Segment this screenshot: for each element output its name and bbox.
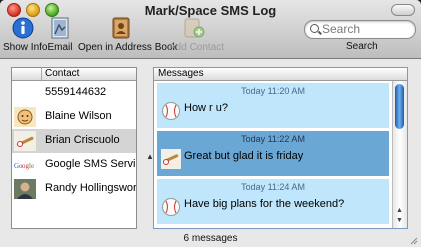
- address-book-label: Open in Address Book: [78, 42, 178, 53]
- svg-text:le: le: [29, 162, 34, 170]
- add-contact-label: Add Contact: [169, 42, 225, 53]
- message-bubble-selected[interactable]: Today 11:22 AM Great but glad it is frid…: [157, 131, 389, 176]
- message-text: Have big plans for the weekend?: [184, 198, 345, 210]
- contact-name: Google SMS Service: [45, 158, 137, 170]
- open-address-book-button[interactable]: Open in Address Book: [78, 17, 178, 55]
- contact-name: 5559144632: [45, 86, 107, 98]
- message-bubble[interactable]: Today 11:24 AM Have big plans for the we…: [157, 179, 389, 224]
- scrollbar-thumb[interactable]: [395, 84, 404, 129]
- message-time: Today 11:20 AM: [241, 86, 305, 96]
- show-info-label: Show Info: [3, 42, 48, 53]
- address-book-icon: [112, 17, 130, 39]
- toolbar-toggle-button[interactable]: [391, 4, 415, 16]
- message-time: Today 11:22 AM: [241, 134, 305, 144]
- message-bubble[interactable]: Today 11:20 AM How r u?: [157, 83, 389, 128]
- search-label: Search: [346, 41, 378, 52]
- resize-grip-icon[interactable]: [410, 237, 418, 245]
- search-icon: [310, 24, 319, 33]
- scroll-up-arrow-icon[interactable]: ▲: [396, 207, 403, 214]
- window-title: Mark/Space SMS Log: [144, 3, 277, 18]
- info-icon: [12, 17, 34, 39]
- contact-column-header[interactable]: Contact: [12, 68, 136, 81]
- contact-list: Contact 5559144632 Blaine Wilson Brian C…: [11, 67, 137, 229]
- show-info-button[interactable]: Show Info: [3, 17, 48, 55]
- contact-row[interactable]: Randy Hollingsworth: [12, 177, 136, 201]
- message-time: Today 11:24 AM: [241, 182, 305, 192]
- search-field[interactable]: Search: [304, 20, 416, 39]
- person-photo-icon: [14, 179, 36, 199]
- email-label: Email: [47, 42, 73, 53]
- contact-row[interactable]: Blaine Wilson: [12, 105, 136, 129]
- contact-name: Blaine Wilson: [45, 110, 112, 122]
- message-text: How r u?: [184, 102, 229, 114]
- title-toolbar: Mark/Space SMS Log Show Info Email Open …: [0, 0, 421, 59]
- message-text: Great but glad it is friday: [184, 150, 304, 162]
- sms-log-window: Mark/Space SMS Log Show Info Email Open …: [0, 0, 421, 247]
- contact-row-selected[interactable]: Brian Criscuolo: [12, 129, 136, 153]
- baseball-icon: [162, 102, 180, 120]
- messages-column-header[interactable]: Messages: [154, 68, 407, 81]
- email-button[interactable]: Email: [47, 17, 73, 55]
- bat-icon: [161, 149, 181, 169]
- baseball-icon: [162, 198, 180, 216]
- contact-column-title: Contact: [45, 68, 80, 79]
- google-logo-icon: Go og le: [14, 162, 34, 170]
- contact-name: Randy Hollingsworth: [45, 182, 137, 194]
- bat-icon: [14, 131, 36, 151]
- column-separator: [41, 68, 42, 80]
- contact-row[interactable]: 5559144632: [12, 81, 136, 105]
- search-placeholder: Search: [322, 22, 361, 36]
- add-contact-button[interactable]: Add Contact: [169, 17, 225, 55]
- mail-stamp-icon: [51, 17, 69, 39]
- cartoon-avatar-icon: [14, 107, 36, 127]
- contact-name: Brian Criscuolo: [45, 134, 120, 146]
- contact-row[interactable]: Go og le Google SMS Service: [12, 153, 136, 177]
- status-message-count: 6 messages: [183, 233, 238, 244]
- message-list: Messages Today 11:20 AM How r u? Today 1…: [153, 67, 408, 229]
- messages-scrollbar[interactable]: ▲ ▼: [392, 81, 407, 228]
- add-contact-icon: [184, 18, 205, 38]
- scroll-down-arrow-icon[interactable]: ▼: [396, 217, 403, 224]
